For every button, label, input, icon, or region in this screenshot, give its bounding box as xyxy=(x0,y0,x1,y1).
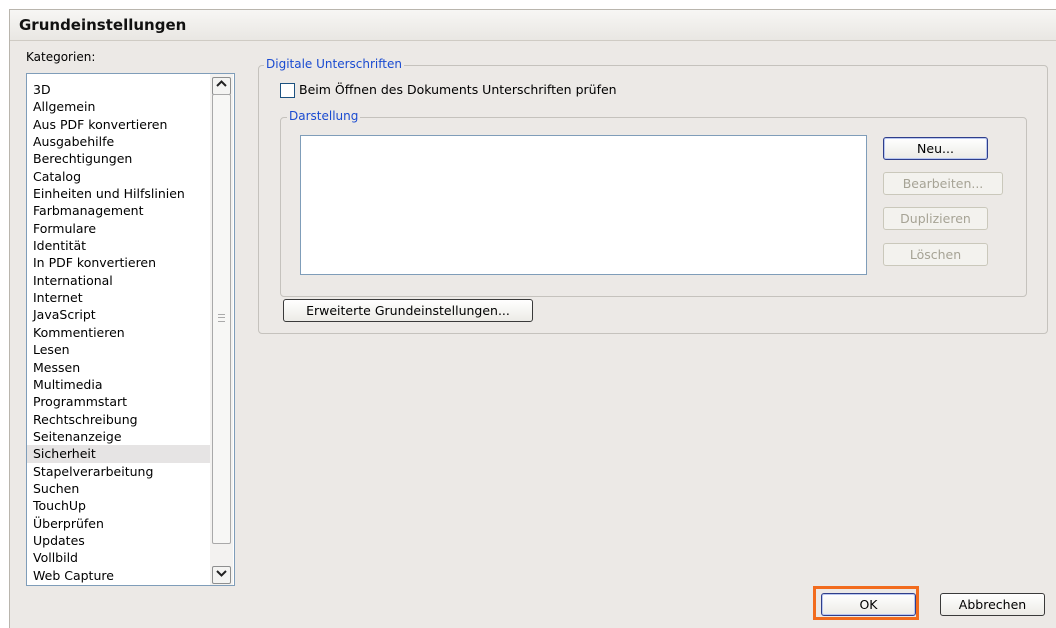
list-item[interactable]: Kommentieren xyxy=(27,324,217,341)
list-item[interactable]: 3D xyxy=(27,81,217,98)
grip-icon xyxy=(218,314,225,322)
list-item[interactable]: Allgemein xyxy=(27,98,217,115)
list-item[interactable]: International xyxy=(27,272,217,289)
advanced-settings-button[interactable]: Erweiterte Grundeinstellungen... xyxy=(283,299,533,322)
duplicate-button[interactable]: Duplizieren xyxy=(883,207,988,230)
list-item[interactable]: Rechtschreibung xyxy=(27,411,217,428)
dialog-title: Grundeinstellungen xyxy=(19,16,187,34)
categories-label: Kategorien: xyxy=(26,50,96,64)
ok-highlight-frame xyxy=(813,586,919,620)
list-item[interactable]: TouchUp xyxy=(27,497,217,514)
title-bar: Grundeinstellungen xyxy=(10,10,1056,41)
list-item[interactable]: Updates xyxy=(27,532,217,549)
list-item[interactable]: Aus PDF konvertieren xyxy=(27,116,217,133)
scroll-down-button[interactable] xyxy=(212,566,231,584)
digital-signatures-legend: Digitale Unterschriften xyxy=(264,57,404,71)
verify-signatures-checkbox[interactable] xyxy=(280,83,295,98)
appearance-legend: Darstellung xyxy=(287,109,361,123)
list-item[interactable]: In PDF konvertieren xyxy=(27,254,217,271)
list-item[interactable]: Seitenanzeige xyxy=(27,428,217,445)
categories-list[interactable]: 3D Allgemein Aus PDF konvertieren Ausgabehi… xyxy=(26,73,235,586)
list-item[interactable]: Stapelverarbeitung xyxy=(27,463,217,480)
categories-items: 3D Allgemein Aus PDF konvertieren Ausgabehi… xyxy=(27,81,217,584)
categories-scrollbar[interactable] xyxy=(210,74,233,585)
list-item[interactable]: Ausgabehilfe xyxy=(27,133,217,150)
list-item[interactable]: Suchen xyxy=(27,480,217,497)
list-item[interactable]: Multimedia xyxy=(27,376,217,393)
list-item[interactable]: Berechtigungen xyxy=(27,150,217,167)
appearance-list[interactable] xyxy=(300,135,867,275)
cancel-button[interactable]: Abbrechen xyxy=(940,593,1045,616)
list-item[interactable]: Catalog xyxy=(27,168,217,185)
list-item[interactable]: JavaScript xyxy=(27,306,217,323)
preferences-dialog: Grundeinstellungen Kategorien: 3D Allgeme… xyxy=(9,9,1056,628)
new-button[interactable]: Neu... xyxy=(883,137,988,160)
delete-button[interactable]: Löschen xyxy=(883,243,988,266)
list-item[interactable]: Messen xyxy=(27,359,217,376)
list-item[interactable]: Formulare xyxy=(27,220,217,237)
scroll-thumb[interactable] xyxy=(212,94,231,544)
list-item[interactable]: Überprüfen xyxy=(27,515,217,532)
list-item[interactable]: Einheiten und Hilfslinien xyxy=(27,185,217,202)
list-item[interactable]: Web Capture xyxy=(27,567,217,584)
scroll-up-button[interactable] xyxy=(212,77,231,95)
list-item[interactable]: Internet xyxy=(27,289,217,306)
edit-button[interactable]: Bearbeiten... xyxy=(883,172,1003,195)
list-item[interactable]: Identität xyxy=(27,237,217,254)
list-item[interactable]: Programmstart xyxy=(27,393,217,410)
chevron-down-icon xyxy=(216,570,227,580)
list-item[interactable]: Farbmanagement xyxy=(27,202,217,219)
list-item[interactable]: Sicherheit xyxy=(27,445,217,463)
chevron-up-icon xyxy=(216,80,227,91)
verify-signatures-label: Beim Öffnen des Dokuments Unterschriften… xyxy=(299,82,617,97)
list-item[interactable]: Lesen xyxy=(27,341,217,358)
list-item[interactable]: Vollbild xyxy=(27,549,217,566)
